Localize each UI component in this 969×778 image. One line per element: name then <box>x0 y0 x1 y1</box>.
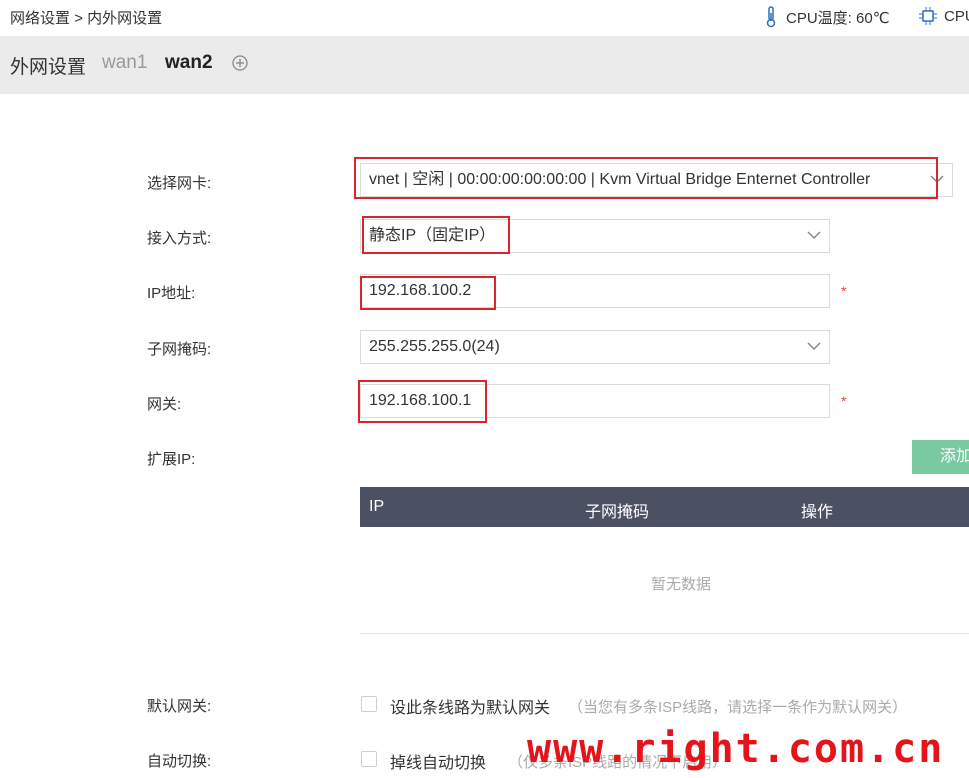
tab-wan1[interactable]: wan1 <box>102 52 147 74</box>
subnet-mask-select[interactable]: 255.255.255.0(24) <box>360 330 830 364</box>
nic-label: 选择网卡: <box>147 175 212 192</box>
auto-switch-label: 自动切换: <box>147 753 212 770</box>
auto-switch-checkbox-text[interactable]: 掉线自动切换 <box>390 749 486 773</box>
breadcrumb-separator: > <box>74 10 83 27</box>
gateway-required-mark: * <box>841 393 847 409</box>
default-gateway-checkbox-text[interactable]: 设此条线路为默认网关 <box>390 694 550 718</box>
column-actions: 操作 <box>801 504 834 521</box>
cpu-text: CPU <box>944 7 969 25</box>
default-gateway-label: 默认网关: <box>147 698 212 715</box>
column-subnet-mask: 子网掩码 <box>585 504 650 521</box>
auto-switch-checkbox[interactable] <box>361 751 377 767</box>
watermark: www.right.com.cn <box>527 726 945 772</box>
add-tab-icon[interactable] <box>230 52 250 72</box>
cpu-status: CPU <box>918 6 969 26</box>
column-ip: IP <box>369 498 385 515</box>
gateway-label: 网关: <box>147 396 182 413</box>
cpu-chip-icon <box>919 7 937 25</box>
ip-required-mark: * <box>841 283 847 299</box>
table-bottom-border <box>360 633 969 634</box>
breadcrumb-current: 内外网设置 <box>87 10 163 27</box>
breadcrumb: 网络设置 > 内外网设置 <box>10 7 162 28</box>
table-empty-text: 暂无数据 <box>651 576 712 593</box>
subnet-mask-value: 255.255.255.0(24) <box>369 338 500 355</box>
cpu-temp-text: CPU温度: 60℃ <box>786 9 890 27</box>
section-title: 外网设置 <box>10 57 87 78</box>
chevron-down-icon <box>807 231 821 240</box>
tab-wan2[interactable]: wan2 <box>165 52 213 74</box>
default-gateway-hint: （当您有多条ISP线路，请选择一条作为默认网关） <box>568 699 908 716</box>
thermometer-icon <box>766 6 776 28</box>
subnet-mask-label: 子网掩码: <box>147 341 212 358</box>
gateway-highlight-box <box>358 380 487 423</box>
access-mode-highlight-box <box>362 216 510 254</box>
ip-label: IP地址: <box>147 285 196 302</box>
table-header: IP 子网掩码 操作 <box>360 487 969 527</box>
add-button[interactable]: 添加 <box>912 440 969 474</box>
cpu-temp-status: CPU温度: 60℃ <box>764 6 890 28</box>
chevron-down-icon <box>807 342 821 351</box>
ip-highlight-box <box>360 276 496 310</box>
access-mode-label: 接入方式: <box>147 230 212 247</box>
breadcrumb-parent[interactable]: 网络设置 <box>10 10 70 27</box>
default-gateway-checkbox[interactable] <box>361 696 377 712</box>
nic-highlight-box <box>354 157 938 199</box>
ext-ip-label: 扩展IP: <box>147 451 196 468</box>
